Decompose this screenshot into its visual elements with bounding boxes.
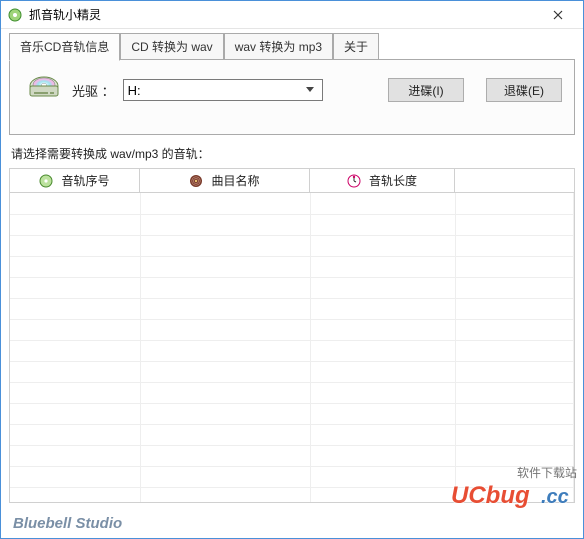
- drive-row: 光驱 ： H: 进碟(I) 退碟(E): [22, 72, 562, 108]
- table-row[interactable]: [10, 193, 574, 214]
- col-track-title[interactable]: 曲目名称: [140, 169, 310, 193]
- table-row[interactable]: [10, 256, 574, 277]
- cd-drive-icon: [26, 72, 62, 108]
- table-row[interactable]: [10, 214, 574, 235]
- titlebar: 抓音轨小精灵: [1, 1, 583, 29]
- record-icon: [189, 174, 203, 188]
- grid-header: 音轨序号 曲目名称: [9, 168, 575, 193]
- grid-body[interactable]: [9, 193, 575, 503]
- table-row[interactable]: [10, 424, 574, 445]
- disc-icon: [39, 174, 53, 188]
- grid-body-rows: [10, 193, 574, 503]
- tab-panel-cd-info: 光驱 ： H: 进碟(I) 退碟(E): [9, 59, 575, 135]
- table-row[interactable]: [10, 361, 574, 382]
- drive-label: 光驱 ：: [72, 81, 115, 100]
- client-area: 音乐CD音轨信息 CD 转换为 wav wav 转换为 mp3 关于: [1, 29, 583, 538]
- col-blank[interactable]: [455, 169, 575, 193]
- tab-strip: 音乐CD音轨信息 CD 转换为 wav wav 转换为 mp3 关于: [9, 33, 575, 60]
- table-row[interactable]: [10, 235, 574, 256]
- track-grid: 音轨序号 曲目名称: [9, 168, 575, 505]
- table-row[interactable]: [10, 319, 574, 340]
- eject-disc-button[interactable]: 退碟(E): [486, 78, 562, 102]
- table-row[interactable]: [10, 445, 574, 466]
- selection-hint: 请选择需要转换成 wav/mp3 的音轨：: [11, 145, 573, 162]
- table-row[interactable]: [10, 298, 574, 319]
- tab-wav-to-mp3[interactable]: wav 转换为 mp3: [224, 33, 333, 60]
- table-row[interactable]: [10, 340, 574, 361]
- table-row[interactable]: [10, 382, 574, 403]
- app-icon: [7, 7, 23, 23]
- table-row[interactable]: [10, 466, 574, 487]
- col-track-length[interactable]: 音轨长度: [310, 169, 455, 193]
- tab-about[interactable]: 关于: [333, 33, 379, 60]
- load-disc-button[interactable]: 进碟(I): [388, 78, 464, 102]
- close-icon: [553, 10, 563, 20]
- window-title: 抓音轨小精灵: [29, 6, 537, 23]
- col-track-number[interactable]: 音轨序号: [10, 169, 140, 193]
- table-row[interactable]: [10, 403, 574, 424]
- clock-icon: [347, 174, 361, 188]
- drive-select-value: H:: [128, 83, 302, 98]
- table-row[interactable]: [10, 277, 574, 298]
- table-row[interactable]: [10, 487, 574, 503]
- drive-select[interactable]: H:: [123, 79, 323, 101]
- tab-cd-track-info[interactable]: 音乐CD音轨信息: [9, 33, 120, 61]
- chevron-down-icon: [302, 81, 318, 99]
- close-button[interactable]: [537, 4, 579, 26]
- tab-cd-to-wav[interactable]: CD 转换为 wav: [120, 33, 223, 60]
- app-window: 抓音轨小精灵 音乐CD音轨信息 CD 转换为 wav wav 转换为 mp3 关…: [0, 0, 584, 539]
- footer-brand: Bluebell Studio: [9, 511, 575, 538]
